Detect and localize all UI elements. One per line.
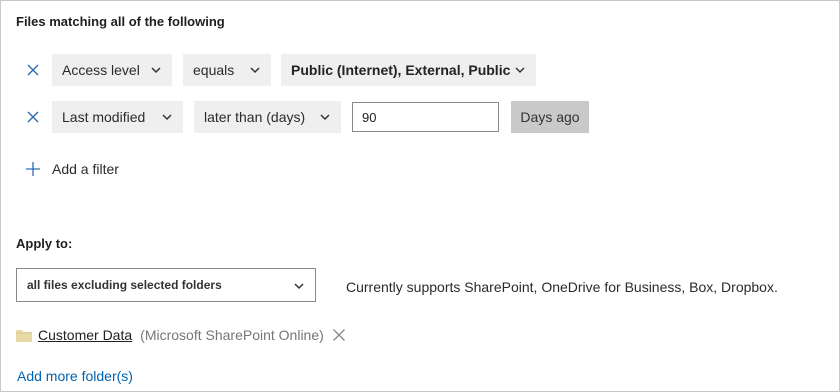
close-icon (27, 64, 39, 76)
chevron-down-icon (151, 67, 161, 74)
field-dropdown-label: Last modified (62, 109, 146, 125)
filter-panel: Files matching all of the following Acce… (0, 0, 840, 392)
close-icon (27, 111, 39, 123)
value-dropdown-label: Public (Internet), External, Public (291, 62, 511, 78)
chevron-down-icon (294, 283, 304, 290)
folder-icon (16, 329, 32, 342)
chevron-down-icon (320, 114, 330, 121)
add-filter-button[interactable]: Add a filter (25, 159, 119, 179)
value-dropdown[interactable]: Public (Internet), External, Public (281, 54, 536, 86)
chevron-down-icon (250, 67, 260, 74)
add-more-folders-link[interactable]: Add more folder(s) (17, 368, 133, 384)
apply-to-label: Apply to: (16, 236, 73, 251)
apply-to-select[interactable]: all files excluding selected folders (16, 268, 316, 302)
remove-filter-button[interactable] (25, 62, 41, 78)
days-input[interactable] (352, 102, 499, 132)
filter-row-last-modified: Last modified later than (days) Days ago (1, 101, 840, 133)
operator-dropdown[interactable]: later than (days) (194, 101, 341, 133)
apply-to-selected-value: all files excluding selected folders (27, 278, 222, 292)
chevron-down-icon (162, 114, 172, 121)
chevron-down-icon (515, 67, 525, 74)
supported-services-note: Currently supports SharePoint, OneDrive … (346, 279, 778, 295)
field-dropdown[interactable]: Access level (52, 54, 172, 86)
filter-row-access-level: Access level equals Public (Internet), E… (1, 54, 840, 86)
operator-dropdown-label: equals (193, 62, 235, 78)
operator-dropdown-label: later than (days) (204, 109, 306, 125)
days-ago-suffix: Days ago (511, 101, 589, 133)
folder-source: (Microsoft SharePoint Online) (140, 327, 324, 343)
close-icon[interactable] (332, 328, 346, 342)
selected-folder-item: Customer Data (Microsoft SharePoint Onli… (16, 325, 346, 345)
add-filter-label: Add a filter (52, 161, 119, 177)
filters-heading: Files matching all of the following (16, 14, 225, 29)
field-dropdown-label: Access level (62, 62, 140, 78)
plus-icon (26, 162, 40, 176)
operator-dropdown[interactable]: equals (183, 54, 271, 86)
field-dropdown[interactable]: Last modified (52, 101, 183, 133)
folder-name-link[interactable]: Customer Data (38, 327, 132, 343)
remove-filter-button[interactable] (25, 109, 41, 125)
